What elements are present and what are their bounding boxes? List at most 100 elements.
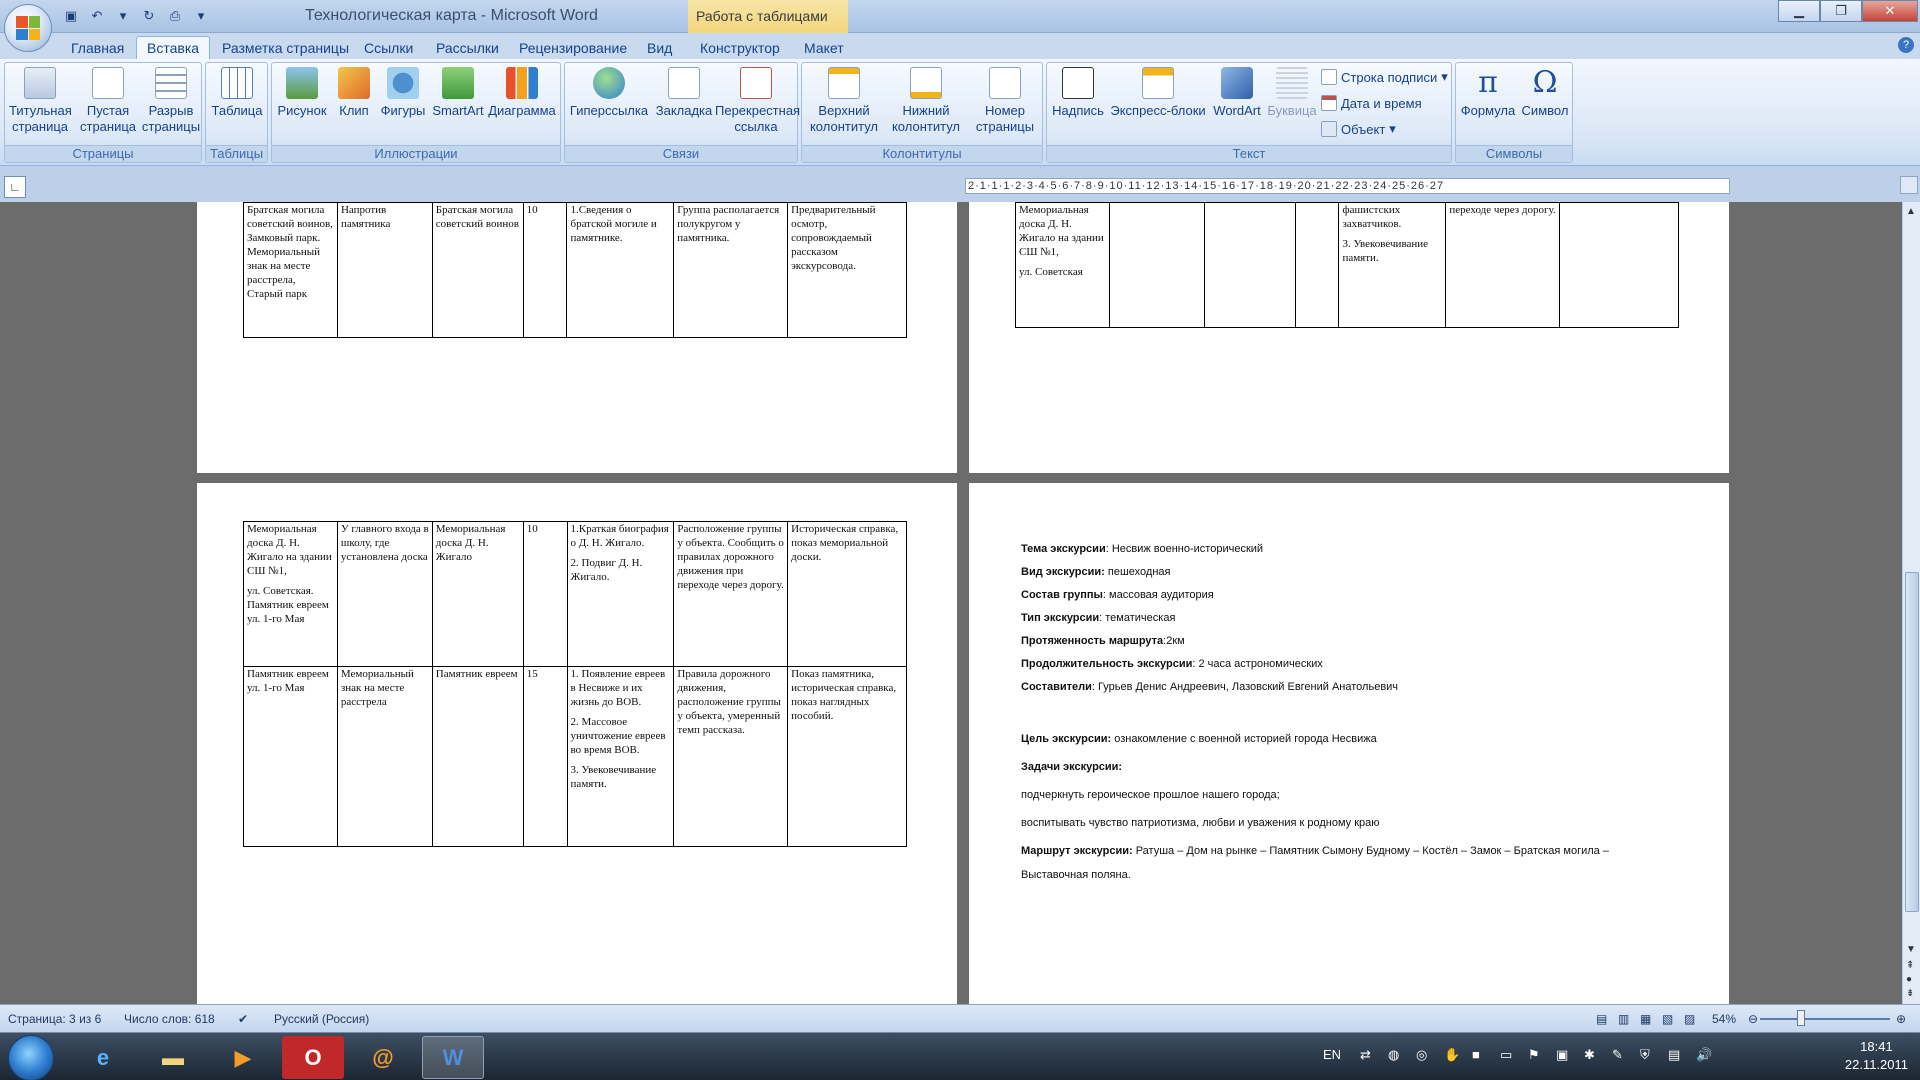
- textbox-button[interactable]: Надпись: [1049, 65, 1107, 119]
- tab-insert[interactable]: Вставка: [136, 36, 211, 59]
- word-count[interactable]: Число слов: 618: [124, 1012, 215, 1026]
- page-number-button[interactable]: Номер страницы: [968, 65, 1042, 135]
- cell-text: фашистских захватчиков. 3. Увековечивание…: [1342, 203, 1442, 265]
- close-button[interactable]: ✕: [1862, 0, 1918, 22]
- undo-icon[interactable]: ↶: [86, 6, 108, 26]
- web-layout-view-icon[interactable]: ▦: [1640, 1012, 1651, 1026]
- file-explorer-icon[interactable]: ▬: [142, 1036, 204, 1079]
- bookmark-button[interactable]: Закладка: [653, 65, 715, 119]
- undo-dropdown-icon[interactable]: ▾: [112, 6, 134, 26]
- tray-network-status-icon[interactable]: ▤: [1668, 1047, 1680, 1063]
- tray-monitor-icon[interactable]: ▣: [1556, 1047, 1568, 1063]
- tray-volume-icon[interactable]: 🔊: [1696, 1047, 1712, 1063]
- drop-cap-button[interactable]: Буквица: [1265, 65, 1319, 119]
- zoom-slider-thumb[interactable]: [1797, 1010, 1805, 1026]
- title-page-button[interactable]: Титульная страница: [9, 65, 72, 135]
- chart-button[interactable]: Диаграмма: [486, 65, 558, 119]
- date-time-button[interactable]: Дата и время: [1321, 95, 1422, 111]
- tab-view[interactable]: Вид: [647, 36, 672, 59]
- shapes-button[interactable]: Фигуры: [376, 65, 430, 119]
- scroll-thumb[interactable]: [1905, 572, 1919, 912]
- print-icon[interactable]: ⎙: [164, 6, 186, 26]
- chart-label: Диаграмма: [488, 103, 556, 118]
- redo-icon[interactable]: ↻: [138, 6, 160, 26]
- clock[interactable]: 18:41 22.11.2011: [1845, 1038, 1908, 1074]
- document-area[interactable]: Братская могила советский воинов, Замков…: [0, 202, 1902, 1004]
- zoom-slider[interactable]: [1760, 1018, 1890, 1020]
- footer-button[interactable]: Нижний колонтитул: [886, 65, 966, 135]
- footer-label: Нижний колонтитул: [891, 103, 961, 134]
- clip-button[interactable]: Клип: [332, 65, 376, 119]
- signature-line-button[interactable]: Строка подписи ▾: [1321, 69, 1448, 85]
- tab-page-layout[interactable]: Разметка страницы: [222, 36, 349, 59]
- browse-object-icon[interactable]: ●: [1906, 974, 1912, 985]
- word-taskbar-icon[interactable]: W: [422, 1036, 484, 1079]
- zoom-out-icon[interactable]: ⊖: [1748, 1012, 1758, 1026]
- full-screen-view-icon[interactable]: ▥: [1618, 1012, 1629, 1026]
- scroll-down-icon[interactable]: ▼: [1906, 944, 1916, 955]
- tab-mailings[interactable]: Рассылки: [436, 36, 499, 59]
- tab-selector-button[interactable]: ∟: [4, 176, 26, 198]
- equation-button[interactable]: π Формула: [1458, 65, 1518, 119]
- page-number-label: Номер страницы: [975, 103, 1035, 134]
- object-button[interactable]: Объект ▾: [1321, 121, 1396, 137]
- minimize-button[interactable]: ▁: [1778, 0, 1820, 22]
- wordart-button[interactable]: WordArt: [1209, 65, 1265, 119]
- zoom-level[interactable]: 54%: [1712, 1012, 1736, 1026]
- scroll-up-icon[interactable]: ▲: [1906, 206, 1916, 217]
- tray-app-icon[interactable]: ✋: [1444, 1047, 1460, 1063]
- tray-flag-icon[interactable]: ⚑: [1528, 1047, 1540, 1063]
- cell-paragraph: 3. Увековечивание памяти.: [570, 764, 657, 790]
- next-page-icon[interactable]: ⇟: [1906, 988, 1914, 999]
- internet-explorer-icon[interactable]: e: [72, 1036, 134, 1079]
- language-indicator[interactable]: Русский (Россия): [274, 1012, 369, 1026]
- tray-network-icon[interactable]: ⇄: [1360, 1047, 1371, 1063]
- mail-agent-icon[interactable]: @: [352, 1036, 414, 1079]
- tray-update-icon[interactable]: ◎: [1416, 1047, 1427, 1063]
- view-ruler-icon[interactable]: [1900, 176, 1918, 194]
- vertical-scrollbar[interactable]: ▲ ▼ ⇞ ● ⇟: [1902, 202, 1920, 1004]
- proofing-icon[interactable]: ✔: [238, 1012, 248, 1026]
- tab-references[interactable]: Ссылки: [364, 36, 413, 59]
- blank-page-button[interactable]: Пустая страница: [77, 65, 139, 135]
- tray-utorrent-icon[interactable]: ◍: [1388, 1047, 1399, 1063]
- hyperlink-button[interactable]: Гиперссылка: [567, 65, 651, 119]
- header-label: Верхний колонтитул: [809, 103, 879, 134]
- previous-page-icon[interactable]: ⇞: [1906, 960, 1914, 971]
- picture-button[interactable]: Рисунок: [274, 65, 330, 119]
- print-layout-view-icon[interactable]: ▤: [1596, 1012, 1607, 1026]
- tray-security-icon[interactable]: ⛨: [1640, 1047, 1650, 1063]
- tray-bluetooth-icon[interactable]: ✱: [1584, 1047, 1595, 1063]
- tab-layout[interactable]: Макет: [804, 36, 844, 59]
- horizontal-ruler[interactable]: 2·1·1·1·2·3·4·5·6·7·8·9·10·11·12·13·14·1…: [965, 178, 1730, 194]
- table-label: Таблица: [211, 103, 263, 118]
- page-break-button[interactable]: Разрыв страницы: [141, 65, 201, 135]
- maximize-button[interactable]: ❐: [1820, 0, 1862, 22]
- outline-view-icon[interactable]: ▧: [1662, 1012, 1673, 1026]
- cell-paragraph: 1. Появление евреев в Несвиже и их жизнь…: [570, 668, 666, 708]
- office-button[interactable]: [4, 4, 52, 52]
- quick-parts-button[interactable]: Экспресс-блоки: [1107, 65, 1209, 119]
- tab-review[interactable]: Рецензирование: [519, 36, 627, 59]
- media-player-icon[interactable]: ▶: [212, 1036, 274, 1079]
- save-icon[interactable]: ▣: [60, 6, 82, 26]
- smartart-button[interactable]: SmartArt: [430, 65, 486, 119]
- symbol-button[interactable]: Ω Символ: [1518, 65, 1572, 119]
- window-title: Технологическая карта - Microsoft Word: [305, 7, 598, 24]
- customize-qat-icon[interactable]: ▾: [190, 6, 212, 26]
- tray-pen-icon[interactable]: ✎: [1612, 1047, 1623, 1063]
- table-button[interactable]: Таблица: [208, 65, 266, 119]
- language-bar[interactable]: EN: [1323, 1047, 1341, 1062]
- cross-reference-button[interactable]: Перекрестная ссылка: [715, 65, 800, 135]
- tab-home[interactable]: Главная: [71, 36, 124, 59]
- zoom-in-icon[interactable]: ⊕: [1896, 1012, 1906, 1026]
- tab-design[interactable]: Конструктор: [700, 36, 780, 59]
- header-button[interactable]: Верхний колонтитул: [804, 65, 884, 135]
- start-button[interactable]: [8, 1035, 54, 1080]
- tray-display-icon[interactable]: ▭: [1500, 1047, 1512, 1063]
- tray-office-icon[interactable]: ■: [1472, 1047, 1480, 1062]
- help-icon[interactable]: ?: [1898, 37, 1914, 53]
- draft-view-icon[interactable]: ▨: [1684, 1012, 1695, 1026]
- page-count[interactable]: Страница: 3 из 6: [8, 1012, 101, 1026]
- opera-icon[interactable]: O: [282, 1036, 344, 1079]
